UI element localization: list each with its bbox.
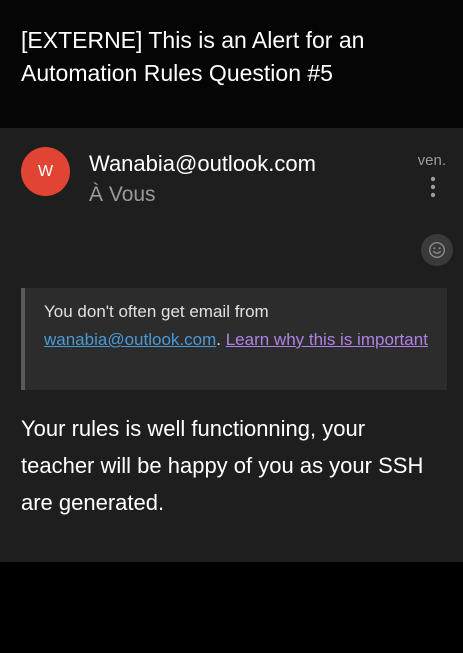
smiley-icon [428,241,446,259]
more-options-button[interactable] [422,176,444,202]
more-vertical-icon [430,176,436,198]
message-body: Your rules is well functionning, your te… [21,416,424,515]
sender-address[interactable]: Wanabia@outlook.com [89,150,316,178]
message-date: ven. [417,152,446,169]
recipient-label: À Vous [89,183,156,206]
warning-prefix: You don't often get email from [44,302,269,321]
email-header: [EXTERNE] This is an Alert for an Automa… [0,0,463,128]
learn-why-important-link[interactable]: Learn why this is important [226,330,428,349]
sender-avatar[interactable]: W [21,147,70,196]
warning-text: You don't often get email from wanabia@ou… [44,298,429,354]
external-sender-warning: You don't often get email from wanabia@ou… [21,288,447,390]
sender-email-link[interactable]: wanabia@outlook.com [44,330,216,349]
add-reaction-button[interactable] [421,234,453,266]
warning-separator: . [216,330,221,349]
email-subject: [EXTERNE] This is an Alert for an Automa… [21,27,365,86]
